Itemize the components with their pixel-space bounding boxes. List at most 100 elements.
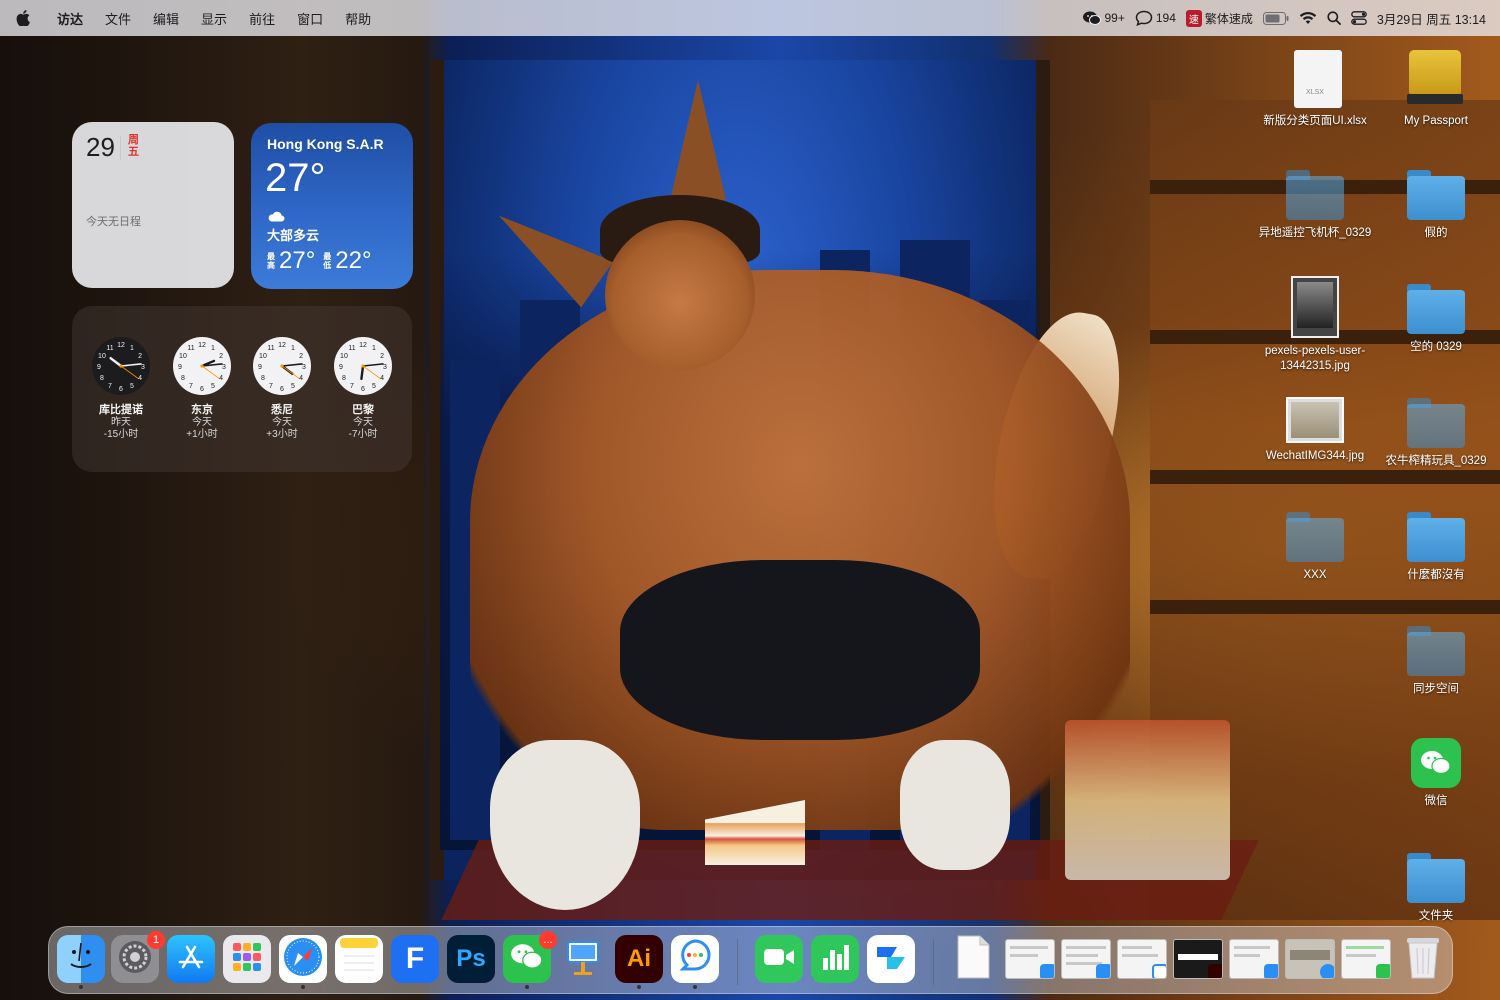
calendar-widget[interactable]: 29 周五 今天无日程 bbox=[72, 122, 234, 288]
desktop-item-photo[interactable]: WechatIMG344.jpg bbox=[1255, 397, 1375, 464]
clock-city: 巴黎 bbox=[352, 404, 374, 416]
weather-high-low: 最高 27° 最低 22° bbox=[267, 247, 372, 275]
image-file-icon bbox=[1286, 397, 1344, 443]
desktop-item-folder[interactable]: 空的 0329 bbox=[1376, 284, 1496, 355]
dock-document[interactable] bbox=[949, 935, 997, 983]
menu-view[interactable]: 显示 bbox=[190, 9, 238, 28]
menu-edit[interactable]: 编辑 bbox=[142, 9, 190, 28]
dock-minimized-window[interactable] bbox=[1229, 939, 1279, 979]
clock-numeral: 11 bbox=[348, 345, 355, 352]
calendar-day: 29 bbox=[86, 132, 115, 162]
desktop-item-photo[interactable]: pexels-pexels-user-13442315.jpg bbox=[1255, 276, 1375, 374]
clock-face-icon: 1234567891011 12 bbox=[92, 337, 150, 395]
dock-trash[interactable] bbox=[1399, 935, 1447, 983]
menu-window[interactable]: 窗口 bbox=[286, 9, 334, 28]
spotlight-search-icon[interactable] bbox=[1327, 11, 1341, 25]
clock-offset: +1小时 bbox=[186, 429, 218, 440]
clock-day: 今天 bbox=[192, 417, 212, 428]
input-method-label: 繁体速成 bbox=[1204, 11, 1253, 26]
desktop-item-folder[interactable]: 什麼都沒有 bbox=[1376, 512, 1496, 583]
dock-minimized-window[interactable] bbox=[1005, 939, 1055, 979]
battery-icon[interactable] bbox=[1262, 11, 1289, 25]
clock-numeral: 8 bbox=[100, 375, 104, 382]
dock-app-notes[interactable] bbox=[335, 935, 383, 983]
control-center-icon[interactable] bbox=[1351, 11, 1367, 25]
desktop-item-folder[interactable]: 文件夹 bbox=[1376, 853, 1496, 923]
launchpad-icon bbox=[230, 940, 264, 979]
dock-separator bbox=[737, 939, 738, 985]
external-drive-icon bbox=[1407, 50, 1465, 108]
dock-minimized-window[interactable] bbox=[1173, 939, 1223, 979]
thumb-line bbox=[1010, 946, 1048, 949]
finder-icon bbox=[61, 937, 101, 982]
thumb-line bbox=[1346, 954, 1376, 957]
dock-minimized-window[interactable] bbox=[1341, 939, 1391, 979]
wechat-status-icon bbox=[1082, 10, 1102, 26]
desktop-item-folder[interactable]: 异地遥控飞机杯_0329 bbox=[1255, 170, 1375, 241]
desktop-item-my-passport[interactable]: My Passport bbox=[1376, 50, 1496, 129]
clock-offset: -7小时 bbox=[348, 429, 378, 440]
input-method-status[interactable]: 速 繁体速成 bbox=[1185, 9, 1253, 27]
weather-city: Hong Kong S.A.R bbox=[267, 136, 384, 152]
desktop-item-folder[interactable]: 同步空间 bbox=[1376, 626, 1496, 697]
app-store-icon bbox=[175, 941, 207, 978]
desktop-item-label: 异地遥控飞机杯_0329 bbox=[1258, 227, 1372, 239]
desktop-item-folder[interactable]: XXX bbox=[1255, 512, 1375, 583]
clock-numeral: 6 bbox=[361, 386, 365, 393]
menu-go[interactable]: 前往 bbox=[238, 9, 286, 28]
clock-numeral: 12 bbox=[198, 342, 206, 349]
calendar-weekday: 周五 bbox=[128, 134, 139, 158]
wechat-mini-icon bbox=[1376, 964, 1390, 978]
illustrator-icon: Ai bbox=[627, 945, 651, 972]
dock-app-browser[interactable] bbox=[671, 935, 719, 989]
desktop-item-folder[interactable]: 假的 bbox=[1376, 170, 1496, 241]
messages-status[interactable]: 194 bbox=[1135, 10, 1176, 26]
dock-app-safari[interactable] bbox=[279, 935, 327, 989]
dock-app-launchpad[interactable] bbox=[223, 935, 271, 983]
dock-app-feishu[interactable]: F bbox=[391, 935, 439, 983]
dock-minimized-window[interactable] bbox=[1117, 939, 1167, 979]
menu-file[interactable]: 文件 bbox=[94, 9, 142, 28]
menu-help[interactable]: 帮助 bbox=[334, 9, 382, 28]
dock-app-settings[interactable]: 1 bbox=[111, 931, 165, 983]
wechat-status[interactable]: 99+ bbox=[1082, 10, 1125, 26]
desktop-item-xlsx[interactable]: XLSX 新版分类页面UI.xlsx bbox=[1255, 50, 1375, 129]
clock-day: 今天 bbox=[353, 417, 373, 428]
clock-numeral: 9 bbox=[339, 364, 343, 371]
clock-numeral: 5 bbox=[130, 383, 134, 390]
desktop-item-folder[interactable]: 农牛榨精玩具_0329 bbox=[1376, 398, 1496, 469]
desktop-item-wechat[interactable]: 微信 bbox=[1376, 738, 1496, 809]
running-indicator bbox=[693, 985, 697, 989]
dock-minimized-window[interactable] bbox=[1285, 939, 1335, 979]
clock-numeral: 10 bbox=[340, 353, 348, 360]
apple-menu-icon[interactable] bbox=[0, 10, 46, 26]
clock-numeral: 1 bbox=[372, 345, 376, 352]
running-indicator bbox=[79, 985, 83, 989]
clock-numeral: 4 bbox=[138, 375, 142, 382]
dock-app-keynote[interactable] bbox=[559, 935, 607, 983]
spreadsheet-file-icon: XLSX bbox=[1286, 50, 1344, 108]
menu-clock[interactable]: 3月29日 周五 13:14 bbox=[1377, 9, 1486, 28]
desktop-item-label: 新版分类页面UI.xlsx bbox=[1263, 115, 1367, 127]
lark-icon bbox=[873, 939, 909, 980]
dock-minimized-window[interactable] bbox=[1061, 939, 1111, 979]
dock-app-facetime[interactable] bbox=[755, 935, 803, 983]
weather-widget[interactable]: Hong Kong S.A.R 27° 大部多云 最高 27° 最低 22° bbox=[251, 123, 413, 289]
dock-app-lark-docs[interactable] bbox=[867, 935, 915, 983]
desktop-item-label: My Passport bbox=[1404, 115, 1468, 127]
dock-app-illustrator[interactable]: Ai bbox=[615, 935, 663, 989]
desktop-item-label: 微信 bbox=[1424, 795, 1448, 807]
dock-app-app-store[interactable] bbox=[167, 935, 215, 983]
menu-app-name[interactable]: 访达 bbox=[46, 9, 94, 28]
clock-numeral: 3 bbox=[383, 364, 387, 371]
dock-app-wechat[interactable]: ... bbox=[503, 931, 557, 989]
browser-mini-icon bbox=[1152, 964, 1166, 978]
world-clock-widget[interactable]: 1 2 3 4 5 6 7 8 9 10 11 12 库比提诺 昨天 -15小时 1234567891… bbox=[72, 306, 412, 472]
thumb-line bbox=[1234, 946, 1270, 949]
wifi-icon[interactable] bbox=[1299, 11, 1317, 25]
dock-app-photoshop[interactable]: Ps bbox=[447, 935, 495, 983]
dock-app-numbers[interactable] bbox=[811, 935, 859, 983]
dock-app-finder[interactable] bbox=[57, 935, 105, 989]
world-clock: 1 2 3 4 5 6 7 8 9 10 11 12 巴黎 今天 -7小时 bbox=[332, 336, 394, 441]
clock-numeral: 5 bbox=[211, 383, 215, 390]
